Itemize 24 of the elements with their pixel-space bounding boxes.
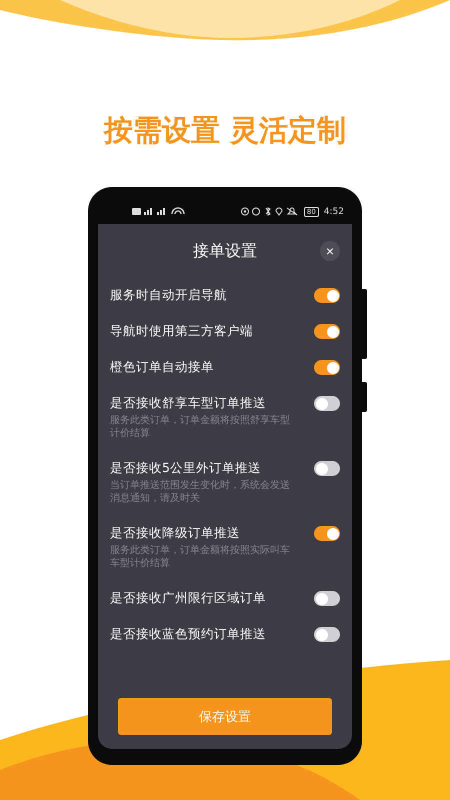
toggle-switch[interactable]: [314, 396, 340, 411]
setting-label: 服务时自动开启导航: [110, 287, 228, 303]
setting-description: 服务此类订单，订单金额将按照实际叫车车型计价结算: [110, 544, 290, 570]
setting-label: 导航时使用第三方客户端: [110, 323, 254, 339]
toggle-switch[interactable]: [314, 627, 340, 642]
status-icons: [240, 207, 299, 216]
setting-label: 是否接收降级订单推送: [110, 525, 241, 541]
setting-label: 是否接收舒享车型订单推送: [110, 395, 267, 411]
toggle-switch[interactable]: [314, 591, 340, 606]
setting-description: 当订单推送范围发生变化时，系统会发送消息通知，请及时关: [110, 479, 290, 505]
dialog-title: 接单设置: [193, 241, 257, 262]
toggle-switch[interactable]: [314, 526, 340, 541]
setting-label: 是否接收广州限行区域订单: [110, 590, 267, 606]
toggle-switch[interactable]: [314, 461, 340, 476]
toggle-switch[interactable]: [314, 360, 340, 375]
close-button[interactable]: ×: [320, 241, 340, 261]
setting-label: 是否接收蓝色预约订单推送: [110, 626, 267, 642]
setting-label: 橙色订单自动接单: [110, 359, 215, 375]
toggle-switch[interactable]: [314, 324, 340, 339]
headline: 按需设置 灵活定制: [104, 112, 346, 149]
setting-label: 是否接收5公里外订单推送: [110, 460, 262, 476]
clock: 4:52: [324, 206, 344, 216]
toggle-switch[interactable]: [314, 288, 340, 303]
setting-description: 服务此类订单，订单金额将按照舒享车型计价结算: [110, 414, 290, 440]
